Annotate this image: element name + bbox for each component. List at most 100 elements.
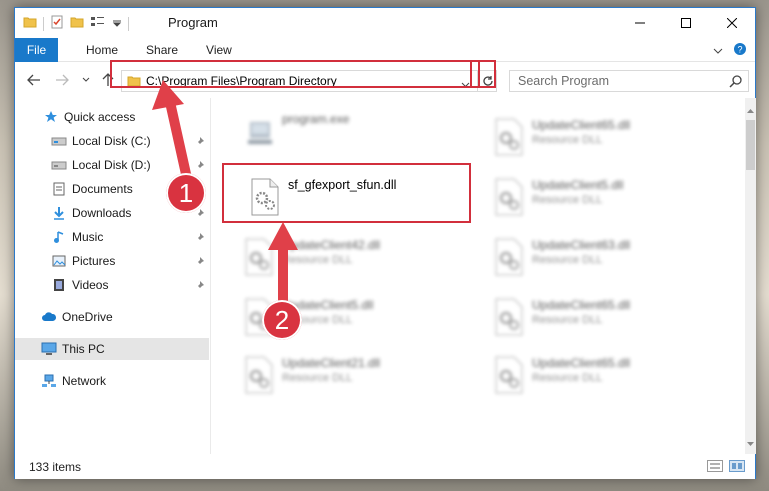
pin-icon[interactable] — [195, 279, 205, 293]
file-name: UpdateClient21.dll — [282, 356, 381, 370]
ribbon-tabs: File Home Share View ? — [15, 38, 755, 62]
callout-badge-two: 2 — [262, 300, 302, 340]
window-title: Program — [168, 15, 218, 30]
folder-icon — [23, 15, 37, 32]
star-icon — [43, 109, 59, 125]
minimize-button[interactable] — [617, 8, 663, 38]
file-list: program.exe sf_gfexport_sfun.dll UpdateC… — [212, 98, 744, 454]
sidebar-item-label: This PC — [62, 342, 105, 356]
file-item-updateclient65-dll[interactable]: UpdateClient65.dll Resource DLL — [482, 292, 714, 342]
ribbon-right-controls: ? — [713, 42, 747, 59]
sidebar-item-label: Quick access — [64, 110, 136, 124]
file-type: Resource DLL — [532, 372, 603, 384]
sidebar-item-this-pc[interactable]: This PC — [15, 338, 209, 360]
dll-gear-icon — [242, 238, 276, 276]
file-type: Resource DLL — [282, 372, 353, 384]
sidebar-item-label: OneDrive — [62, 310, 113, 324]
sidebar-item-label: Pictures — [72, 254, 116, 268]
executable-icon — [242, 112, 276, 150]
scrollbar-thumb[interactable] — [746, 120, 755, 170]
close-icon — [727, 18, 737, 28]
dll-gear-icon — [492, 238, 526, 276]
file-item-updateclient65-dll[interactable]: UpdateClient65.dll Resource DLL — [482, 112, 714, 162]
toolbar-divider — [43, 16, 44, 31]
network-icon — [41, 373, 57, 389]
vertical-scrollbar[interactable] — [745, 98, 756, 454]
sidebar-item-videos[interactable]: Videos — [15, 274, 209, 296]
forward-arrow-icon — [56, 74, 69, 86]
pictures-icon — [51, 253, 67, 269]
file-name: program.exe — [282, 112, 350, 126]
sidebar-item-label: Downloads — [72, 206, 132, 220]
tab-home[interactable]: Home — [58, 38, 132, 62]
videos-icon — [51, 277, 67, 293]
download-icon — [51, 205, 67, 221]
file-type: Resource DLL — [532, 134, 603, 146]
file-type: Resource DLL — [532, 254, 603, 266]
tab-file[interactable]: File — [15, 38, 58, 62]
file-name: UpdateClient5.dll — [532, 178, 624, 192]
sidebar-item-music[interactable]: Music — [15, 226, 209, 248]
file-type: Resource DLL — [282, 254, 353, 266]
forward-button[interactable] — [53, 72, 71, 88]
file-item-updateclient5-dll[interactable]: UpdateClient5.dll Resource DLL — [482, 172, 714, 222]
dll-gear-icon — [492, 356, 526, 394]
tab-view[interactable]: View — [192, 38, 246, 62]
pin-icon[interactable] — [195, 255, 205, 269]
drive-icon — [51, 157, 67, 173]
maximize-button[interactable] — [663, 8, 709, 38]
sidebar-item-onedrive[interactable]: OneDrive — [15, 306, 209, 328]
scroll-down-icon[interactable] — [747, 436, 754, 450]
sidebar-item-network[interactable]: Network — [15, 370, 209, 392]
music-icon — [51, 229, 67, 245]
document-icon — [51, 181, 67, 197]
help-icon[interactable]: ? — [733, 42, 747, 59]
sidebar-item-local-disk-c[interactable]: Local Disk (C:) — [15, 130, 209, 152]
pin-icon[interactable] — [195, 135, 205, 149]
dll-gear-icon — [492, 118, 526, 156]
sidebar-item-label: Videos — [72, 278, 109, 292]
recent-locations-button[interactable] — [77, 72, 95, 88]
sidebar-item-label: Local Disk (D:) — [72, 158, 151, 172]
cloud-icon — [41, 309, 57, 325]
address-bar-highlight — [110, 60, 480, 88]
file-item-updateclient65-dll[interactable]: UpdateClient65.dll Resource DLL — [482, 350, 714, 400]
file-name: UpdateClient63.dll — [532, 238, 631, 252]
file-item-program-exe[interactable]: program.exe — [232, 106, 464, 156]
status-bar: 133 items — [15, 454, 755, 479]
customize-toolbar-icon[interactable] — [112, 17, 122, 31]
callout-badge-one: 1 — [166, 173, 206, 213]
close-button[interactable] — [709, 8, 755, 38]
navigation-pane: Quick access Local Disk (C:) Local Disk … — [15, 98, 211, 454]
sidebar-item-label: Network — [62, 374, 107, 388]
file-name: UpdateClient65.dll — [532, 298, 631, 312]
tab-share[interactable]: Share — [132, 38, 192, 62]
view-options-icon[interactable] — [90, 15, 106, 32]
scroll-up-icon[interactable] — [747, 102, 754, 116]
sidebar-item-label: Documents — [72, 182, 133, 196]
sidebar-item-quick-access[interactable]: Quick access — [15, 106, 209, 128]
back-button[interactable] — [25, 72, 43, 88]
properties-icon[interactable] — [50, 15, 64, 32]
file-item-updateclient63-dll[interactable]: UpdateClient63.dll Resource DLL — [482, 232, 714, 282]
file-item-updateclient21-dll[interactable]: UpdateClient21.dll Resource DLL — [232, 350, 464, 400]
file-type: Resource DLL — [532, 194, 603, 206]
new-folder-icon[interactable] — [70, 15, 84, 32]
pin-icon[interactable] — [195, 231, 205, 245]
file-item-updateclient42-dll[interactable]: UpdateClient42.dll Resource DLL — [232, 232, 464, 282]
search-icon[interactable] — [729, 75, 742, 91]
search-input[interactable]: Search Program — [509, 70, 749, 92]
minimize-icon — [635, 22, 645, 24]
back-arrow-icon — [27, 74, 40, 86]
large-icons-view-icon[interactable] — [729, 460, 745, 475]
pin-icon[interactable] — [195, 159, 205, 173]
file-type: Resource DLL — [532, 314, 603, 326]
sidebar-item-pictures[interactable]: Pictures — [15, 250, 209, 272]
svg-text:?: ? — [737, 45, 742, 55]
computer-icon — [41, 341, 57, 357]
dll-gear-icon — [492, 178, 526, 216]
details-view-icon[interactable] — [707, 460, 723, 475]
refresh-highlight — [470, 60, 496, 88]
expand-ribbon-icon[interactable] — [713, 44, 723, 58]
view-toggle — [707, 460, 745, 475]
